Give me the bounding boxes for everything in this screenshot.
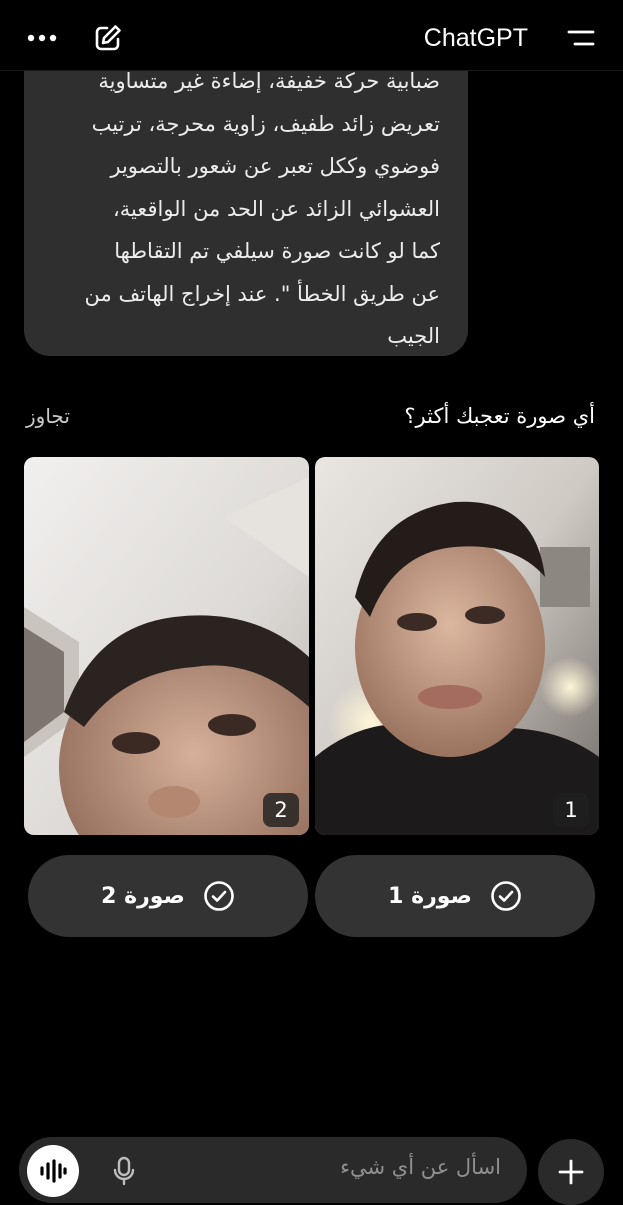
user-message-bubble: ضبابية حركة خفيفة، إضاءة غير متساوية تعر…: [24, 30, 468, 356]
message-input[interactable]: اسأل عن أي شيء: [340, 1155, 501, 1179]
comparison-image-1[interactable]: 1: [315, 457, 599, 835]
top-bar: ChatGPT: [0, 0, 623, 71]
choice-label: صورة 2: [101, 883, 185, 909]
menu-icon[interactable]: [561, 18, 601, 58]
voice-mode-button[interactable]: [27, 1145, 79, 1197]
image-number-badge: 2: [263, 793, 299, 827]
message-line: تعريض زائد طفيف، زاوية محرجة، ترتيب: [91, 111, 440, 136]
voice-mode-icon: [40, 1159, 67, 1183]
app-title: ChatGPT: [423, 24, 528, 52]
check-circle-icon: [491, 881, 521, 911]
message-composer[interactable]: اسأل عن أي شيء: [19, 1137, 527, 1203]
choose-image-2-button[interactable]: صورة 2: [28, 855, 308, 937]
comparison-question: أي صورة تعجبك أكثر؟: [404, 404, 595, 428]
message-line: الجيب: [387, 324, 440, 348]
microphone-icon[interactable]: [109, 1155, 139, 1187]
choice-label: صورة 1: [388, 883, 472, 909]
image-number-badge: 1: [553, 793, 589, 827]
comparison-image-2[interactable]: 2: [24, 457, 309, 835]
message-line: عن طريق الخطأ ". عند إخراج الهاتف من: [84, 281, 440, 306]
more-icon[interactable]: [22, 18, 62, 58]
add-attachment-button[interactable]: [538, 1139, 604, 1205]
check-circle-icon: [204, 881, 234, 911]
message-line: العشوائي الزائد عن الحد من الواقعية،: [112, 196, 440, 221]
plus-icon: [558, 1159, 584, 1185]
message-line: فوضوي وككل تعبر عن شعور بالتصوير: [110, 154, 440, 178]
new-chat-icon[interactable]: [88, 18, 128, 58]
message-line: كما لو كانت صورة سيلفي تم التقاطها: [114, 239, 440, 263]
skip-button[interactable]: تجاوز: [26, 404, 70, 428]
choose-image-1-button[interactable]: صورة 1: [315, 855, 595, 937]
